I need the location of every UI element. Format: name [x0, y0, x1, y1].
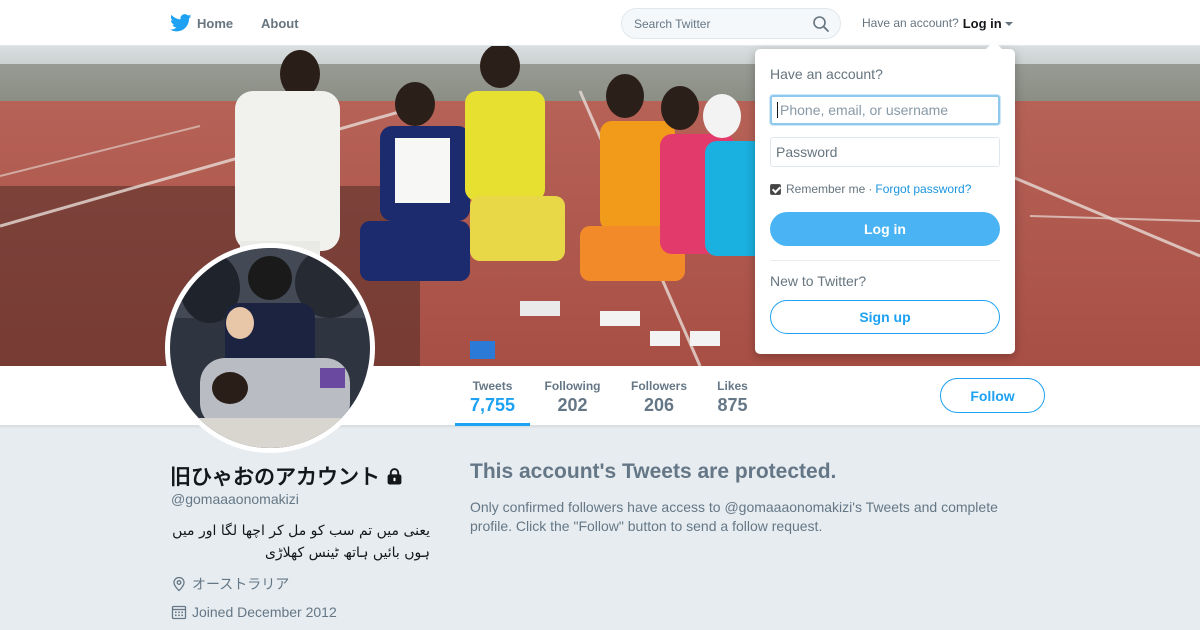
caret-down-icon — [1004, 22, 1013, 26]
account-menu[interactable]: Have an account? Log in — [862, 0, 1013, 46]
protected-message: Only confirmed followers have access to … — [470, 499, 998, 534]
remember-me-checkbox[interactable] — [770, 183, 781, 195]
password-placeholder: Password — [776, 144, 838, 160]
stat-label: Followers — [630, 379, 687, 393]
profile-handle[interactable]: @gomaaaonomakizi — [171, 491, 299, 507]
nav-home-label: Home — [197, 15, 234, 31]
profile-location: オーストラリア — [171, 574, 289, 594]
stat-tweets[interactable]: Tweets 7,755 — [455, 366, 530, 426]
twitter-bird-icon — [170, 14, 192, 32]
login-button[interactable]: Log in — [770, 212, 1000, 246]
follow-button[interactable]: Follow — [940, 378, 1045, 413]
nav-about[interactable]: About — [261, 0, 299, 46]
search-placeholder: Search Twitter — [634, 16, 711, 31]
separator-dot: · — [868, 182, 873, 196]
login-menu-link[interactable]: Log in — [963, 16, 1002, 31]
stat-value: 206 — [643, 395, 675, 415]
search-icon[interactable] — [812, 15, 830, 33]
avatar[interactable] — [165, 243, 375, 453]
profile-name: 旧ひゃおのアカウント — [170, 461, 403, 491]
joined-text: Joined December 2012 — [192, 604, 337, 620]
remember-me-label[interactable]: Remember me — [786, 182, 865, 196]
text-cursor — [777, 102, 778, 118]
remember-row: Remember me · Forgot password? — [770, 182, 971, 196]
dropdown-arrow — [986, 41, 1002, 49]
search-input[interactable]: Search Twitter — [621, 8, 841, 39]
stat-value: 875 — [717, 395, 748, 415]
stat-following[interactable]: Following 202 — [540, 366, 605, 426]
stat-label: Tweets — [472, 379, 513, 393]
stat-value: 202 — [557, 395, 588, 415]
username-placeholder: Phone, email, or username — [780, 102, 949, 118]
profile-joined: Joined December 2012 — [171, 602, 337, 622]
signup-button[interactable]: Sign up — [770, 300, 1000, 334]
profile-name-text: 旧ひゃおのアカウント — [170, 466, 380, 489]
forgot-password-link[interactable]: Forgot password? — [875, 182, 971, 196]
stat-followers[interactable]: Followers 206 — [624, 366, 694, 426]
top-nav-bar: Home About Search Twitter Have an accoun… — [0, 0, 1200, 46]
protected-title: This account's Tweets are protected. — [470, 460, 837, 483]
location-pin-icon — [173, 576, 185, 592]
have-account-text: Have an account? — [862, 16, 959, 30]
new-to-twitter-heading: New to Twitter? — [770, 273, 867, 289]
login-dropdown: Have an account? Phone, email, or userna… — [755, 41, 1015, 354]
divider — [770, 260, 1000, 261]
calendar-icon — [171, 605, 187, 620]
password-field[interactable]: Password — [770, 137, 1000, 167]
login-heading: Have an account? — [770, 66, 883, 82]
profile-bio: یعنی میں تم سب کو مل کر اچھا لگا اور میں… — [172, 523, 430, 561]
nav-home[interactable]: Home — [170, 0, 233, 46]
location-text: オーストラリア — [192, 576, 290, 592]
username-field[interactable]: Phone, email, or username — [770, 95, 1000, 125]
stat-label: Likes — [717, 379, 748, 393]
stat-value: 7,755 — [469, 395, 516, 415]
stat-likes[interactable]: Likes 875 — [710, 366, 755, 426]
lock-icon — [387, 467, 402, 484]
stat-label: Following — [544, 379, 601, 393]
